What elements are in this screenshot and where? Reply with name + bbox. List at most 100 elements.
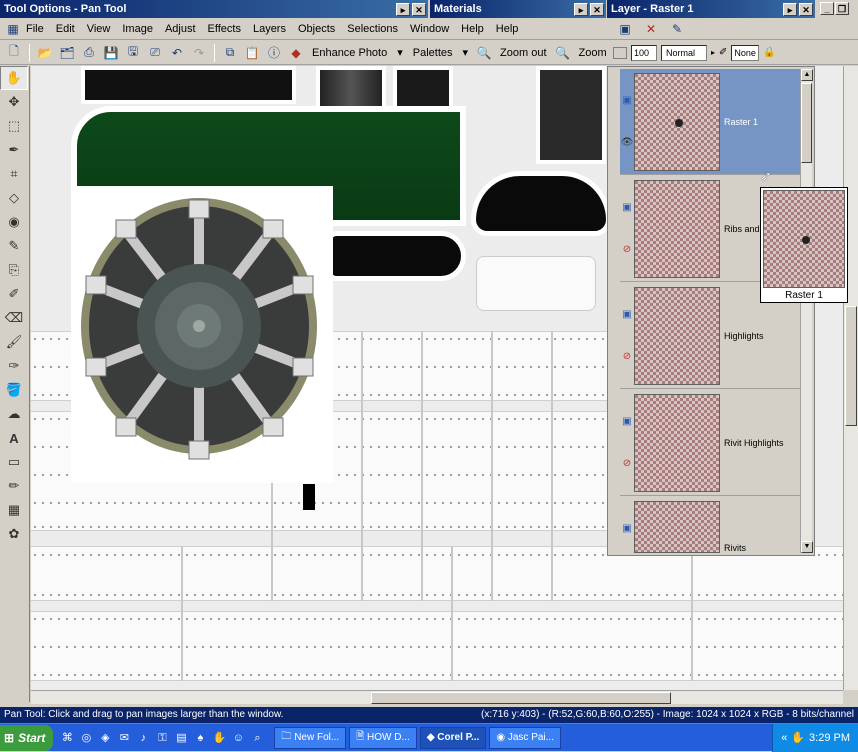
menu-adjust[interactable]: Adjust	[159, 23, 202, 35]
retouch-tool-icon[interactable]: ✐	[0, 282, 28, 306]
browser-icon[interactable]: ◎	[78, 730, 94, 746]
menu-view[interactable]: View	[81, 23, 117, 35]
copy-icon[interactable]: ⧉	[220, 43, 240, 63]
tray-expand-icon[interactable]: «	[781, 732, 787, 744]
paste-icon[interactable]: 📋	[242, 43, 262, 63]
dropper-tool-icon[interactable]: ✒	[0, 138, 28, 162]
enhance-photo-menu[interactable]: Enhance Photo	[308, 47, 391, 59]
paint-brush-icon[interactable]: 🖌	[0, 330, 28, 354]
smiley-icon[interactable]: ☺	[230, 730, 246, 746]
menu-edit[interactable]: Edit	[50, 23, 81, 35]
flood-fill-icon[interactable]: 🪣	[0, 378, 28, 402]
task-new-folder[interactable]: 🗀 New Fol...	[274, 726, 347, 749]
browse-icon[interactable]: 🗂	[57, 43, 77, 63]
dropdown-arrow-icon[interactable]: ▾	[459, 46, 473, 59]
layer-row-rivits[interactable]: ▣ Rivits	[620, 497, 800, 553]
game-icon[interactable]: ♠	[192, 730, 208, 746]
messenger-icon[interactable]: ✉	[116, 730, 132, 746]
save-as-icon[interactable]: 🖫	[123, 43, 143, 63]
undo-icon[interactable]: ↶	[167, 43, 187, 63]
canvas-hscrollbar[interactable]	[31, 690, 843, 704]
clock[interactable]: 3:29 PM	[809, 732, 850, 744]
pin-icon[interactable]: ▸	[783, 2, 797, 16]
music-icon[interactable]: ♪	[135, 730, 151, 746]
scroll-down-icon[interactable]: ▼	[801, 541, 813, 553]
eraser-tool-icon[interactable]: ⌫	[0, 306, 28, 330]
close-icon[interactable]: ✕	[590, 2, 604, 16]
layer-properties-icon[interactable]: ✎	[667, 19, 687, 39]
pin-icon[interactable]: ▸	[574, 2, 588, 16]
redo-icon[interactable]: ↷	[189, 43, 209, 63]
layer-scrollbar[interactable]: ▲ ▼	[800, 69, 813, 553]
menu-file[interactable]: File	[20, 23, 50, 35]
scroll-thumb[interactable]	[845, 306, 857, 426]
tray-hand-icon[interactable]: ✋	[791, 731, 805, 744]
hand-icon[interactable]: ✋	[211, 730, 227, 746]
visibility-eye-icon[interactable]: ⊘	[620, 351, 634, 365]
menu-effects[interactable]: Effects	[202, 23, 247, 35]
radial-engine-image[interactable]	[71, 186, 333, 483]
menu-window[interactable]: Window	[404, 23, 455, 35]
scroll-thumb[interactable]	[801, 83, 812, 163]
menu-objects[interactable]: Objects	[292, 23, 341, 35]
clone-brush-icon[interactable]: ⎘	[0, 258, 28, 282]
save-icon[interactable]: 💾	[101, 43, 121, 63]
zoom-out-button[interactable]: Zoom out	[496, 47, 550, 59]
visibility-eye-icon[interactable]: ⊘	[620, 244, 634, 258]
security-icon[interactable]: ⚿	[154, 730, 170, 746]
start-button[interactable]: ⊞ Start	[0, 724, 54, 751]
menu-selections[interactable]: Selections	[341, 23, 404, 35]
opacity-field[interactable]: 100	[631, 44, 657, 61]
mask-icon[interactable]: ✐	[719, 47, 727, 58]
scroll-thumb[interactable]	[371, 692, 671, 704]
layer-row-raster1[interactable]: ▣ 👁 Raster 1	[620, 69, 800, 175]
print-icon[interactable]: ⎚	[145, 43, 165, 63]
shield-icon[interactable]: ◈	[97, 730, 113, 746]
pen-tool-icon[interactable]: ✏	[0, 474, 28, 498]
pan-tool-icon[interactable]: ✋	[0, 66, 28, 90]
visibility-eye-icon[interactable]: ⊘	[620, 458, 634, 472]
task-jasc[interactable]: ◉ Jasc Pai...	[489, 726, 561, 749]
app-icon[interactable]: ▤	[173, 730, 189, 746]
crop-tool-icon[interactable]: ⌗	[0, 162, 28, 186]
makeover-tool-icon[interactable]: ✎	[0, 234, 28, 258]
menu-image[interactable]: Image	[116, 23, 159, 35]
canvas-vscrollbar[interactable]	[843, 66, 858, 690]
scan-icon[interactable]: ⎙	[79, 43, 99, 63]
search-icon[interactable]: ⌕	[249, 730, 265, 746]
text-tool-icon[interactable]: A	[0, 426, 28, 450]
task-corel[interactable]: ◆ Corel P...	[419, 726, 487, 749]
close-icon[interactable]: ✕	[412, 2, 426, 16]
red-eye-tool-icon[interactable]: ◉	[0, 210, 28, 234]
zoom-in-icon[interactable]: 🔍	[553, 43, 573, 63]
new-layer-icon[interactable]: ▣	[615, 19, 635, 39]
close-icon[interactable]: ✕	[799, 2, 813, 16]
open-icon[interactable]: 📂	[35, 43, 55, 63]
menu-help-2[interactable]: Help	[490, 23, 525, 35]
minimize-icon[interactable]: _	[820, 2, 834, 15]
layer-row-rivit-highlights[interactable]: ▣ ⊘ Rivit Highlights	[620, 390, 800, 496]
dropdown-arrow-icon[interactable]: ▾	[393, 46, 407, 59]
delete-layer-icon[interactable]: ✕	[641, 19, 661, 39]
palettes-menu[interactable]: Palettes	[409, 47, 457, 59]
mask-mode-field[interactable]: None	[731, 44, 760, 61]
zoom-out-icon[interactable]: 🔍	[474, 43, 494, 63]
deform-tool-icon[interactable]: ◇	[0, 186, 28, 210]
network-icon[interactable]: ⌘	[59, 730, 75, 746]
restore-icon[interactable]: ❐	[835, 2, 849, 15]
dropdown-arrow-icon[interactable]: ▸	[711, 48, 715, 57]
enhance-icon[interactable]: ◆	[286, 43, 306, 63]
new-file-icon[interactable]: 🗋	[4, 43, 24, 63]
menu-help[interactable]: Help	[455, 23, 490, 35]
visibility-eye-icon[interactable]: 👁	[620, 137, 634, 151]
info-icon[interactable]: ⓘ	[264, 43, 284, 63]
mesh-tool-icon[interactable]: ▦	[0, 498, 28, 522]
warp-brush-icon[interactable]: ☁	[0, 402, 28, 426]
picture-tube-icon[interactable]: ✿	[0, 522, 28, 546]
lock-icon[interactable]: 🔒	[763, 47, 775, 58]
task-how-d[interactable]: 🗎 HOW D...	[349, 726, 417, 749]
shape-tool-icon[interactable]: ▭	[0, 450, 28, 474]
selection-tool-icon[interactable]: ⬚	[0, 114, 28, 138]
move-tool-icon[interactable]: ✥	[0, 90, 28, 114]
airbrush-icon[interactable]: ✑	[0, 354, 28, 378]
